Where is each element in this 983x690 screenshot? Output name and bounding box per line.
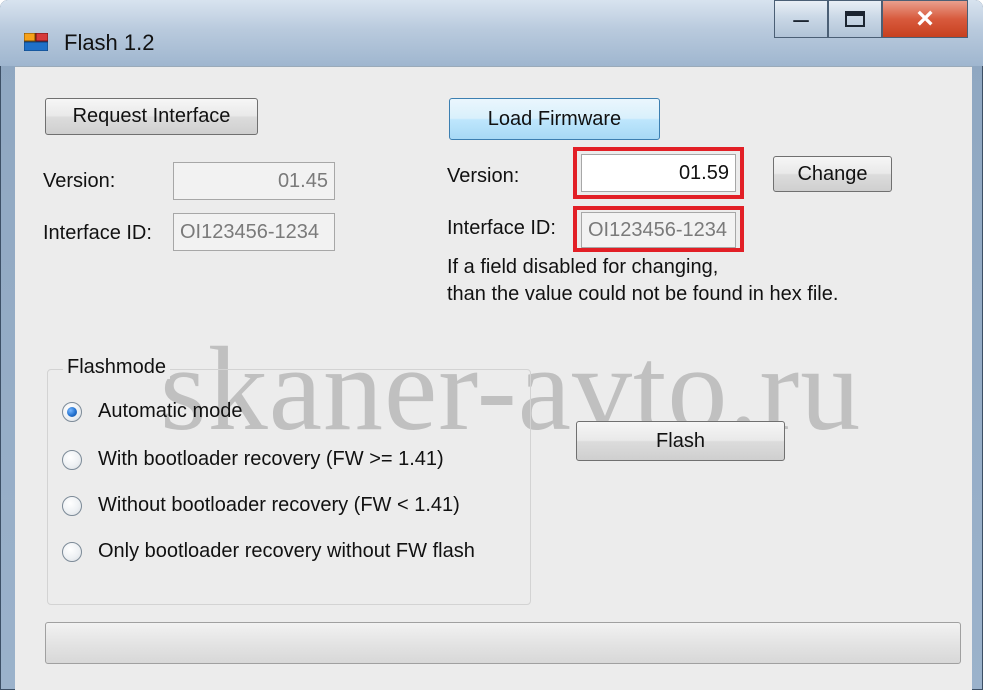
change-button[interactable]: Change xyxy=(773,156,892,192)
left-version-field: 01.45 xyxy=(173,162,335,200)
radio-button-icon[interactable] xyxy=(62,449,82,470)
radio-button-icon[interactable] xyxy=(62,541,82,562)
load-firmware-button[interactable]: Load Firmware xyxy=(449,98,660,140)
flash-progress-bar xyxy=(45,622,961,664)
request-interface-button[interactable]: Request Interface xyxy=(45,98,258,135)
radio-without-bootloader-recovery[interactable]: Without bootloader recovery (FW < 1.41) xyxy=(62,494,460,517)
right-version-label: Version: xyxy=(447,165,520,187)
radio-only-bootloader-recovery[interactable]: Only bootloader recovery without FW flas… xyxy=(62,540,475,563)
maximize-button[interactable] xyxy=(828,0,882,38)
client-area: Request Interface Version: 01.45 Interfa… xyxy=(15,66,972,690)
screenshot-stage: Flash 1.2 – × Request Interface Version:… xyxy=(0,0,983,690)
flashmode-title: Flashmode xyxy=(63,356,170,379)
close-icon: × xyxy=(916,2,934,35)
radio-button-icon[interactable] xyxy=(62,401,82,422)
minimize-icon: – xyxy=(793,3,809,34)
radio-label: Without bootloader recovery (FW < 1.41) xyxy=(98,494,460,516)
maximize-icon xyxy=(845,11,865,27)
flashmode-groupbox: Flashmode Automatic mode With bootloader… xyxy=(47,356,531,605)
note-line-2: than the value could not be found in hex… xyxy=(447,283,839,305)
left-version-label: Version: xyxy=(43,170,116,192)
right-interface-id-field: OI123456-1234 xyxy=(581,212,736,248)
left-interface-id-label: Interface ID: xyxy=(43,222,152,244)
close-button[interactable]: × xyxy=(882,0,968,38)
radio-button-icon[interactable] xyxy=(62,495,82,516)
window-title: Flash 1.2 xyxy=(64,30,155,55)
radio-label: Only bootloader recovery without FW flas… xyxy=(98,540,475,562)
radio-selected-dot-icon xyxy=(67,406,77,417)
radio-label: With bootloader recovery (FW >= 1.41) xyxy=(98,448,444,470)
radio-with-bootloader-recovery[interactable]: With bootloader recovery (FW >= 1.41) xyxy=(62,448,444,471)
left-interface-id-field: OI123456-1234 xyxy=(173,213,335,251)
minimize-button[interactable]: – xyxy=(774,0,828,38)
right-version-field[interactable]: 01.59 xyxy=(581,154,736,192)
title-bar[interactable]: Flash 1.2 – × xyxy=(0,0,983,66)
radio-label: Automatic mode xyxy=(98,400,243,422)
window-controls: – × xyxy=(774,0,968,38)
flash-button[interactable]: Flash xyxy=(576,421,785,461)
right-interface-id-label: Interface ID: xyxy=(447,217,556,239)
note-line-1: If a field disabled for changing, xyxy=(447,256,719,278)
radio-automatic-mode[interactable]: Automatic mode xyxy=(62,400,243,423)
app-window-icon xyxy=(24,33,48,51)
